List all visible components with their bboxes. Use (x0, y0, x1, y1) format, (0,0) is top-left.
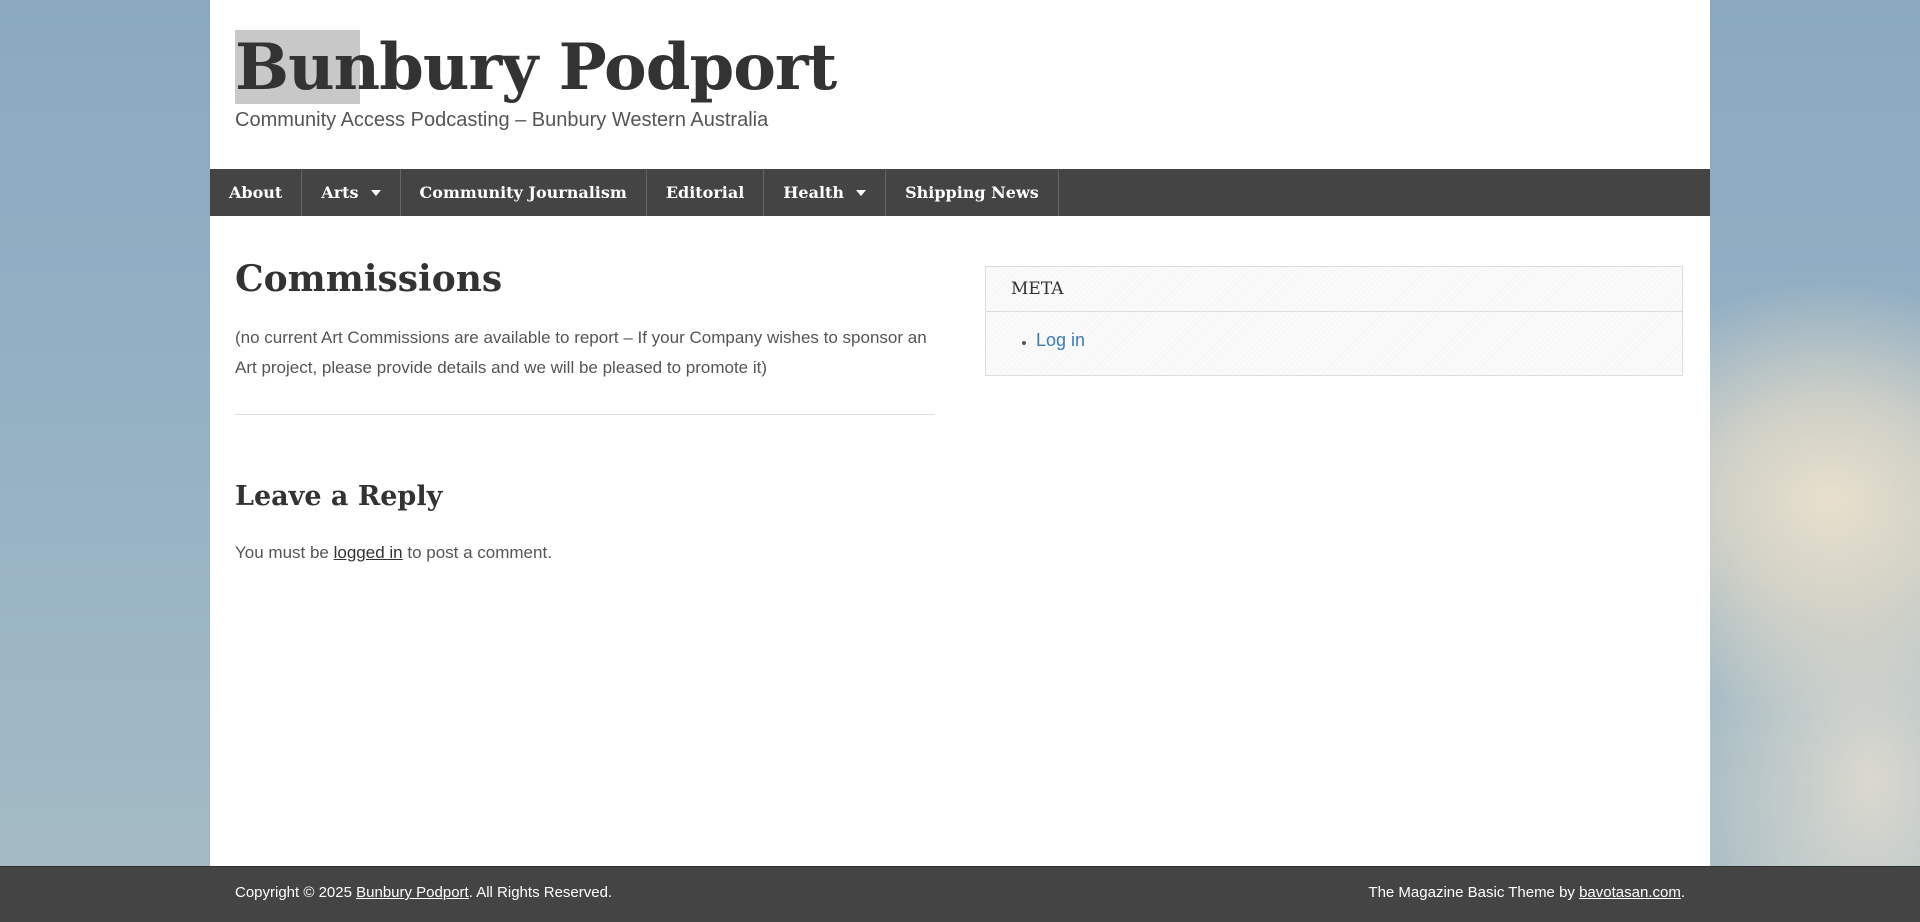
meta-widget: META Log in (985, 266, 1683, 376)
nav-item-label: Editorial (665, 183, 745, 202)
nav-item-editorial[interactable]: Editorial (647, 169, 765, 216)
reply-heading: Leave a Reply (235, 481, 443, 512)
theme-prefix: The Magazine Basic Theme by (1368, 884, 1580, 901)
footer-copyright: Copyright © 2025 Bunbury Podport. All Ri… (235, 884, 612, 901)
site-tagline: Community Access Podcasting – Bunbury We… (235, 109, 769, 131)
copyright-suffix: . All Rights Reserved. (468, 884, 613, 901)
nav-item-label: Shipping News (905, 183, 1039, 202)
footer-theme-link[interactable]: bavotasan.com (1579, 884, 1681, 901)
nav-item-label: About (229, 183, 283, 202)
reply-prefix-text: You must be (235, 543, 334, 562)
footer-theme-credit: The Magazine Basic Theme by bavotasan.co… (1368, 884, 1685, 901)
caret-down-icon (370, 189, 381, 196)
widget-title: META (986, 267, 1682, 312)
nav-item-about[interactable]: About (210, 169, 303, 216)
post-content: (no current Art Commissions are availabl… (235, 328, 927, 377)
site-footer: Copyright © 2025 Bunbury Podport. All Ri… (0, 866, 1920, 922)
footer-site-link[interactable]: Bunbury Podport (356, 884, 469, 901)
login-link[interactable]: Log in (1036, 330, 1085, 350)
site-title[interactable]: Bunbury Podport (235, 28, 837, 108)
meta-link-list: Log in (986, 312, 1682, 351)
nav-item-shipping-news[interactable]: Shipping News (886, 169, 1059, 216)
theme-suffix: . (1680, 884, 1685, 901)
list-item: Log in (1036, 330, 1682, 351)
reply-suffix-text: to post a comment. (402, 543, 552, 562)
content-divider (235, 414, 935, 415)
nav-item-health[interactable]: Health (764, 169, 887, 216)
nav-item-label: Community Journalism (419, 183, 627, 202)
logged-in-link[interactable]: logged in (334, 543, 403, 562)
nav-item-community-journalism[interactable]: Community Journalism (401, 169, 647, 216)
main-navigation: About Arts Community Journalism Editoria… (210, 169, 1710, 216)
nav-item-label: Health (783, 183, 845, 202)
reply-login-notice: You must be logged in to post a comment. (235, 543, 552, 563)
caret-down-icon (856, 189, 867, 196)
nav-item-label: Arts (321, 183, 359, 202)
copyright-prefix: Copyright © 2025 (235, 884, 357, 901)
post-title: Commissions (235, 258, 503, 300)
page-container: Bunbury Podport Community Access Podcast… (210, 0, 1710, 866)
nav-item-arts[interactable]: Arts (302, 169, 401, 216)
